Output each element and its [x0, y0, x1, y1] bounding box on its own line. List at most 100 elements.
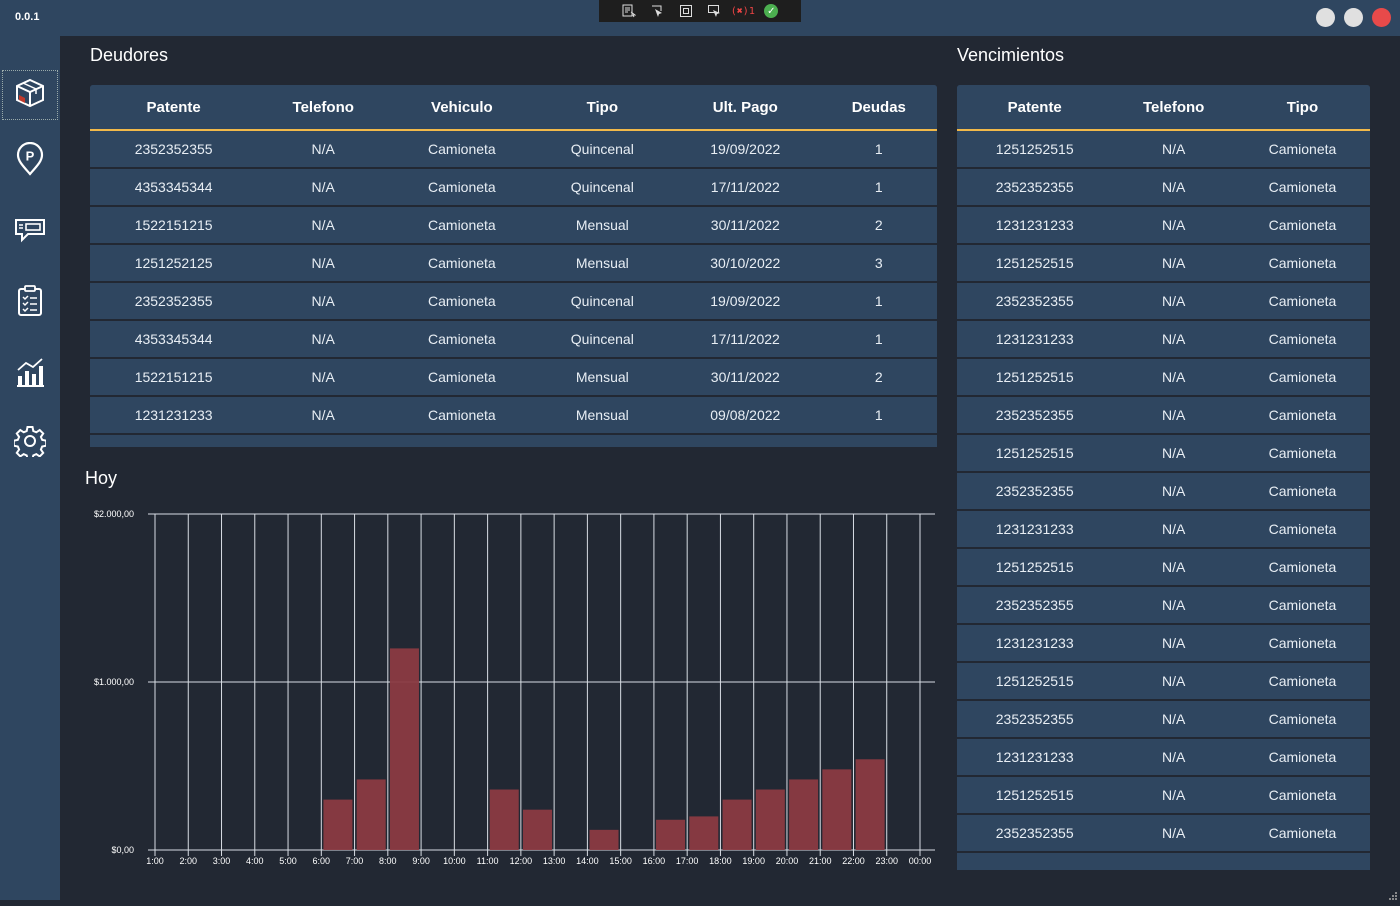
table-row[interactable]: 1522151215 N/A Camioneta Mensual 30/11/2022 2	[90, 207, 937, 245]
table-row[interactable]: 2352352355 N/A Camioneta	[957, 397, 1370, 435]
table-cell: N/A	[1112, 283, 1235, 321]
bar-12:00	[523, 809, 552, 850]
table-cell: 1251252515	[957, 131, 1113, 169]
table-cell: N/A	[257, 207, 390, 245]
table-cell: Camioneta	[1234, 587, 1370, 625]
table-cell: Camioneta	[1234, 739, 1370, 777]
table-cell: Camioneta	[1234, 169, 1370, 207]
table-row[interactable]: 1231231233 N/A Camioneta	[957, 207, 1370, 245]
table-row[interactable]: 1231231233 N/A Camioneta	[957, 511, 1370, 549]
table-row[interactable]: 4353345344 N/A Camioneta Quincenal 17/11/202…	[90, 321, 937, 359]
table-row[interactable]: 2352352355 N/A Camioneta	[957, 815, 1370, 853]
x-tick-label: 15:00	[609, 856, 632, 866]
table-cell: Camioneta	[389, 131, 535, 169]
sidebar-item-inventory[interactable]	[2, 70, 58, 120]
layout-adorner-icon[interactable]	[679, 4, 693, 18]
x-tick-label: 2:00	[179, 856, 197, 866]
hourly-revenue-chart: $0,00 $1.000,00 $2.000,00 1:00 2:00 3:00 4:00 5…	[94, 509, 935, 866]
column-header[interactable]: Vehiculo	[389, 85, 535, 131]
table-cell: 1251252515	[957, 549, 1113, 587]
column-header[interactable]: Deudas	[820, 85, 937, 131]
table-cell: N/A	[257, 359, 390, 397]
table-cell: 2352352355	[957, 169, 1113, 207]
table-cell: 2352352355	[957, 587, 1113, 625]
table-cell: 1522151215	[90, 359, 258, 397]
table-cell: 2352352355	[957, 473, 1113, 511]
live-tree-icon[interactable]	[622, 4, 636, 18]
table-cell: Camioneta	[1234, 777, 1370, 815]
table-row[interactable]: 1251252515 N/A Camioneta	[957, 663, 1370, 701]
table-row[interactable]: 2352352355 N/A Camioneta	[957, 169, 1370, 207]
maximize-button[interactable]	[1344, 8, 1363, 27]
table-row[interactable]: 1251252515 N/A Camioneta	[957, 245, 1370, 283]
sidebar-item-parking[interactable]: P	[0, 136, 60, 186]
bar-17:00	[689, 816, 719, 850]
table-row[interactable]: 1231231233 N/A Camioneta	[957, 321, 1370, 359]
table-cell: 1	[820, 321, 937, 359]
sidebar-item-statistics[interactable]	[0, 349, 60, 399]
table-cell: 30/10/2022	[670, 245, 821, 283]
checklist-icon	[17, 284, 43, 322]
x-tick-label: 3:00	[213, 856, 231, 866]
settings-icon	[12, 425, 48, 462]
resize-grip-icon[interactable]	[1388, 888, 1398, 900]
column-header[interactable]: Patente	[957, 85, 1113, 131]
table-row[interactable]: 1251252125 N/A Camioneta Mensual 30/10/2022 3	[90, 245, 937, 283]
sidebar-item-tickets[interactable]	[0, 207, 60, 257]
vencimientos-table[interactable]: Patente Telefono Tipo 1251252515 N/A Camione…	[957, 85, 1370, 870]
table-row[interactable]: 1251252515 N/A Camioneta	[957, 549, 1370, 587]
table-row[interactable]: 1231231233 N/A Camioneta	[957, 625, 1370, 663]
deudores-table[interactable]: Patente Telefono Vehiculo Tipo Ult. Pago Deud…	[90, 85, 937, 447]
parking-icon: P	[15, 141, 45, 181]
minimize-button[interactable]	[1316, 8, 1335, 27]
select-element-icon[interactable]	[650, 4, 664, 18]
vencimientos-title: Vencimientos	[957, 45, 1065, 65]
table-row[interactable]: 4353345344 N/A Camioneta Quincenal 17/11/202…	[90, 169, 937, 207]
table-cell: Mensual	[534, 207, 671, 245]
binding-error-count: 1	[748, 5, 755, 17]
table-row[interactable]: 1251252515 N/A Camioneta	[957, 359, 1370, 397]
table-cell: 1231231233	[957, 739, 1113, 777]
binding-errors-indicator[interactable]: (✖) 1	[731, 4, 755, 18]
table-cell: N/A	[1112, 169, 1235, 207]
table-row[interactable]: 2352352355 N/A Camioneta	[957, 473, 1370, 511]
table-cell: 19/09/2022	[670, 131, 821, 169]
table-cell: 2352352355	[957, 815, 1113, 853]
column-header[interactable]: Tipo	[1234, 85, 1370, 131]
table-row[interactable]: 2352352355 N/A Camioneta	[957, 587, 1370, 625]
x-tick-label: 20:00	[776, 856, 799, 866]
sidebar-item-reports[interactable]	[0, 278, 60, 328]
track-focus-icon[interactable]	[707, 4, 721, 18]
table-row[interactable]: 2352352355 N/A Camioneta	[957, 283, 1370, 321]
column-header[interactable]: Tipo	[534, 85, 671, 131]
table-cell: 2	[820, 207, 937, 245]
table-row[interactable]: 1251252515 N/A Camioneta	[957, 777, 1370, 815]
table-cell: Camioneta	[389, 245, 535, 283]
table-row[interactable]: 2352352355 N/A Camioneta	[957, 701, 1370, 739]
column-header[interactable]: Ult. Pago	[670, 85, 821, 131]
title-bar: 0.0.1 (✖) 1 ✓	[0, 0, 1400, 36]
table-row[interactable]: 1522151215 N/A Camioneta Mensual 30/11/2022 2	[90, 359, 937, 397]
table-row[interactable]: 2352352355 N/A Camioneta Quincenal 19/09/202…	[90, 283, 937, 321]
table-cell: N/A	[1112, 131, 1235, 169]
ticket-icon	[14, 217, 46, 248]
sidebar-item-settings[interactable]	[0, 418, 60, 468]
table-cell: N/A	[1112, 739, 1235, 777]
close-button[interactable]	[1372, 8, 1391, 27]
table-row[interactable]: 1251252515 N/A Camioneta	[957, 435, 1370, 473]
table-cell: Quincenal	[534, 321, 671, 359]
table-cell: Camioneta	[1234, 435, 1370, 473]
x-tick-label: 9:00	[412, 856, 430, 866]
table-row[interactable]: 2352352355 N/A Camioneta Quincenal 19/09/202…	[90, 131, 937, 169]
check-icon[interactable]: ✓	[764, 4, 779, 18]
column-header[interactable]: Telefono	[1112, 85, 1235, 131]
binding-error-icon: (✖)	[730, 5, 749, 17]
table-cell: Camioneta	[389, 207, 535, 245]
table-row[interactable]: 1251252515 N/A Camioneta	[957, 131, 1370, 169]
column-header[interactable]: Telefono	[257, 85, 390, 131]
table-row[interactable]: 1231231233 N/A Camioneta Mensual 09/08/2022 1	[90, 397, 937, 435]
bar-11:00	[489, 789, 519, 850]
table-row[interactable]: 1231231233 N/A Camioneta	[957, 739, 1370, 777]
column-header[interactable]: Patente	[90, 85, 258, 131]
table-cell: Quincenal	[534, 283, 671, 321]
